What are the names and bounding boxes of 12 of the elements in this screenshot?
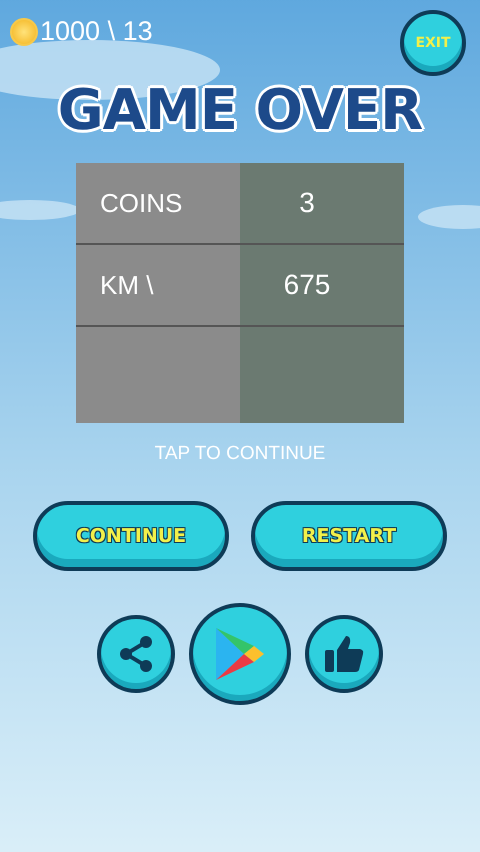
stat-label: COINS	[99, 188, 184, 218]
tap-hint[interactable]: TAP TO CONTINUE	[154, 443, 326, 465]
stat-value: 675	[282, 269, 332, 301]
coin-counter: 1000 \ 13	[40, 16, 153, 47]
menu-button[interactable]: RESTART	[251, 501, 447, 571]
exit-button[interactable]: EXIT	[400, 10, 466, 76]
coin-icon	[10, 18, 38, 46]
play-triangle-icon	[214, 626, 266, 682]
game-over-title: GAME OVER	[58, 78, 422, 143]
stat-label: KM \	[99, 270, 154, 300]
stat-value: 3	[298, 187, 316, 219]
menu-button[interactable]: CONTINUE	[33, 501, 229, 571]
